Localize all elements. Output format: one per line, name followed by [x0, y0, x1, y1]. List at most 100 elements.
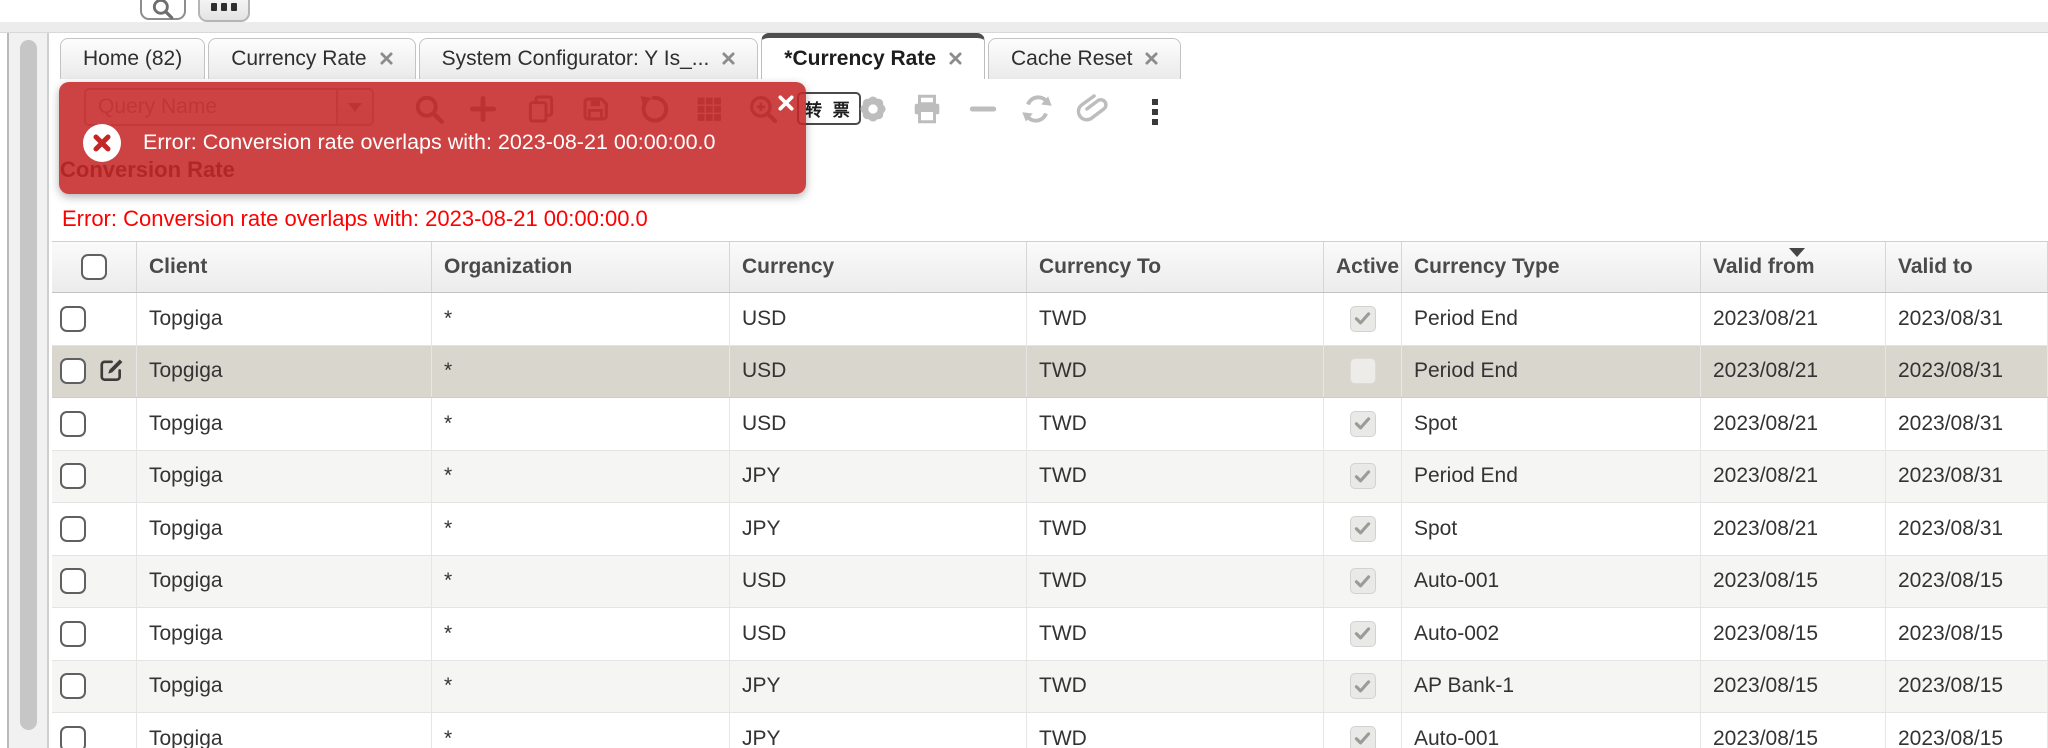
column-header-client[interactable]: Client: [137, 242, 432, 292]
checkmark-icon: [1354, 732, 1371, 745]
content-left-border: [47, 33, 49, 748]
tab-system-configurator-y-is[interactable]: System Configurator: Y Is_...: [418, 38, 759, 79]
row-checkbox[interactable]: [60, 725, 86, 748]
table-row[interactable]: Topgiga * JPY TWD Period End 2023/08/21 2023/…: [52, 450, 2048, 503]
client-cell: Topgiga: [137, 398, 432, 450]
valid-from-cell: 2023/08/15: [1701, 713, 1886, 748]
vertical-scrollbar[interactable]: [20, 40, 37, 730]
organization-cell: *: [432, 345, 730, 397]
row-checkbox[interactable]: [60, 568, 86, 595]
tab-label: *Currency Rate: [784, 46, 937, 70]
row-checkbox[interactable]: [60, 358, 86, 385]
row-select-cell: [52, 608, 137, 660]
table-row[interactable]: Topgiga * USD TWD Period End 2023/08/21 2023/0…: [52, 345, 2048, 398]
column-header-active[interactable]: Active: [1324, 242, 1402, 292]
row-checkbox[interactable]: [60, 620, 86, 647]
currency-rate-table: Client Organization Currency Currency To Act…: [52, 241, 2048, 748]
checkmark-icon: [1354, 522, 1371, 535]
currency-to-cell: TWD: [1027, 293, 1324, 345]
active-checkbox-checked: [1349, 305, 1376, 332]
active-checkbox-checked: [1349, 673, 1376, 700]
tab-close-button[interactable]: [380, 47, 393, 71]
active-cell: [1324, 293, 1402, 345]
attachment-button[interactable]: [1072, 88, 1114, 130]
tab-close-button[interactable]: [1145, 47, 1158, 71]
table-row[interactable]: Topgiga * JPY TWD Spot 2023/08/21 2023/08/31: [52, 503, 2048, 556]
client-cell: Topgiga: [137, 660, 432, 712]
print-button[interactable]: [906, 88, 948, 130]
delete-button[interactable]: [962, 88, 1004, 130]
column-label: Client: [149, 255, 208, 278]
active-cell: [1324, 345, 1402, 397]
column-header-select[interactable]: [52, 242, 137, 292]
close-icon[interactable]: [722, 52, 735, 65]
column-header-valid-to[interactable]: Valid to: [1886, 242, 2048, 292]
select-all-checkbox[interactable]: [81, 254, 107, 280]
toast-close-button[interactable]: [776, 93, 796, 113]
active-checkbox-checked: [1349, 725, 1376, 748]
row-checkbox[interactable]: [60, 410, 86, 437]
active-checkbox-checked: [1349, 568, 1376, 595]
refresh-button[interactable]: [1016, 88, 1058, 130]
column-header-currency-type[interactable]: Currency Type: [1402, 242, 1701, 292]
refresh-icon: [1022, 95, 1052, 123]
tab-currency-rate[interactable]: Currency Rate: [208, 38, 416, 79]
currency-to-cell: TWD: [1027, 398, 1324, 450]
column-header-valid-from[interactable]: Valid from: [1701, 242, 1886, 292]
column-header-currency[interactable]: Currency: [730, 242, 1027, 292]
row-checkbox[interactable]: [60, 515, 86, 542]
more-menu-button[interactable]: [198, 0, 250, 22]
currency-type-cell: Auto-001: [1402, 713, 1701, 748]
tab-close-button[interactable]: [722, 47, 735, 71]
active-checkbox-unchecked: [1349, 358, 1376, 385]
close-icon[interactable]: [949, 51, 962, 65]
global-search-input[interactable]: [140, 0, 186, 20]
table-row[interactable]: Topgiga * JPY TWD Auto-001 2023/08/15 2023/08…: [52, 713, 2048, 748]
currency-to-cell: TWD: [1027, 503, 1324, 555]
row-checkbox[interactable]: [60, 673, 86, 700]
row-select-cell: [52, 450, 137, 502]
table-row[interactable]: Topgiga * USD TWD Spot 2023/08/21 2023/08/31: [52, 398, 2048, 451]
tab-home-82[interactable]: Home (82): [60, 38, 206, 79]
currency-type-cell: Auto-002: [1402, 608, 1701, 660]
error-toast: Error: Conversion rate overlaps with: 20…: [59, 82, 806, 194]
row-checkbox[interactable]: [60, 463, 86, 490]
organization-cell: *: [432, 713, 730, 748]
currency-type-cell: Spot: [1402, 503, 1701, 555]
table-row[interactable]: Topgiga * JPY TWD AP Bank-1 2023/08/15 2023/0…: [52, 660, 2048, 713]
valid-to-cell: 2023/08/15: [1886, 713, 2048, 748]
checkmark-icon: [1354, 312, 1371, 325]
inline-error-text: Error: Conversion rate overlaps with: 20…: [62, 206, 648, 231]
client-cell: Topgiga: [137, 503, 432, 555]
valid-to-cell: 2023/08/15: [1886, 555, 2048, 607]
active-checkbox-checked: [1349, 620, 1376, 647]
more-options-button[interactable]: [1140, 94, 1170, 130]
organization-cell: *: [432, 293, 730, 345]
kebab-menu-icon: [1152, 99, 1158, 105]
close-icon[interactable]: [380, 52, 393, 65]
valid-to-cell: 2023/08/15: [1886, 608, 2048, 660]
valid-to-cell: 2023/08/31: [1886, 345, 2048, 397]
active-cell: [1324, 660, 1402, 712]
row-select-cell: [52, 503, 137, 555]
checkmark-icon: [1354, 575, 1371, 588]
currency-to-cell: TWD: [1027, 345, 1324, 397]
client-cell: Topgiga: [137, 450, 432, 502]
row-checkbox[interactable]: [60, 305, 86, 332]
process-button[interactable]: [852, 88, 894, 130]
active-checkbox-checked: [1349, 515, 1376, 542]
currency-type-cell: Period End: [1402, 345, 1701, 397]
table-row[interactable]: Topgiga * USD TWD Auto-002 2023/08/15 2023/08…: [52, 608, 2048, 661]
checkmark-icon: [1354, 417, 1371, 430]
tab-close-button[interactable]: [949, 47, 962, 71]
currency-cell: JPY: [730, 713, 1027, 748]
table-row[interactable]: Topgiga * USD TWD Period End 2023/08/21 2023/…: [52, 293, 2048, 346]
currency-type-cell: AP Bank-1: [1402, 660, 1701, 712]
close-icon[interactable]: [1145, 52, 1158, 65]
column-header-organization[interactable]: Organization: [432, 242, 730, 292]
toast-message: Error: Conversion rate overlaps with: 20…: [143, 130, 716, 154]
table-row[interactable]: Topgiga * USD TWD Auto-001 2023/08/15 2023/08…: [52, 555, 2048, 608]
tab-cache-reset[interactable]: Cache Reset: [988, 38, 1182, 79]
tab-currency-rate[interactable]: *Currency Rate: [761, 33, 986, 79]
column-header-currency-to[interactable]: Currency To: [1027, 242, 1324, 292]
